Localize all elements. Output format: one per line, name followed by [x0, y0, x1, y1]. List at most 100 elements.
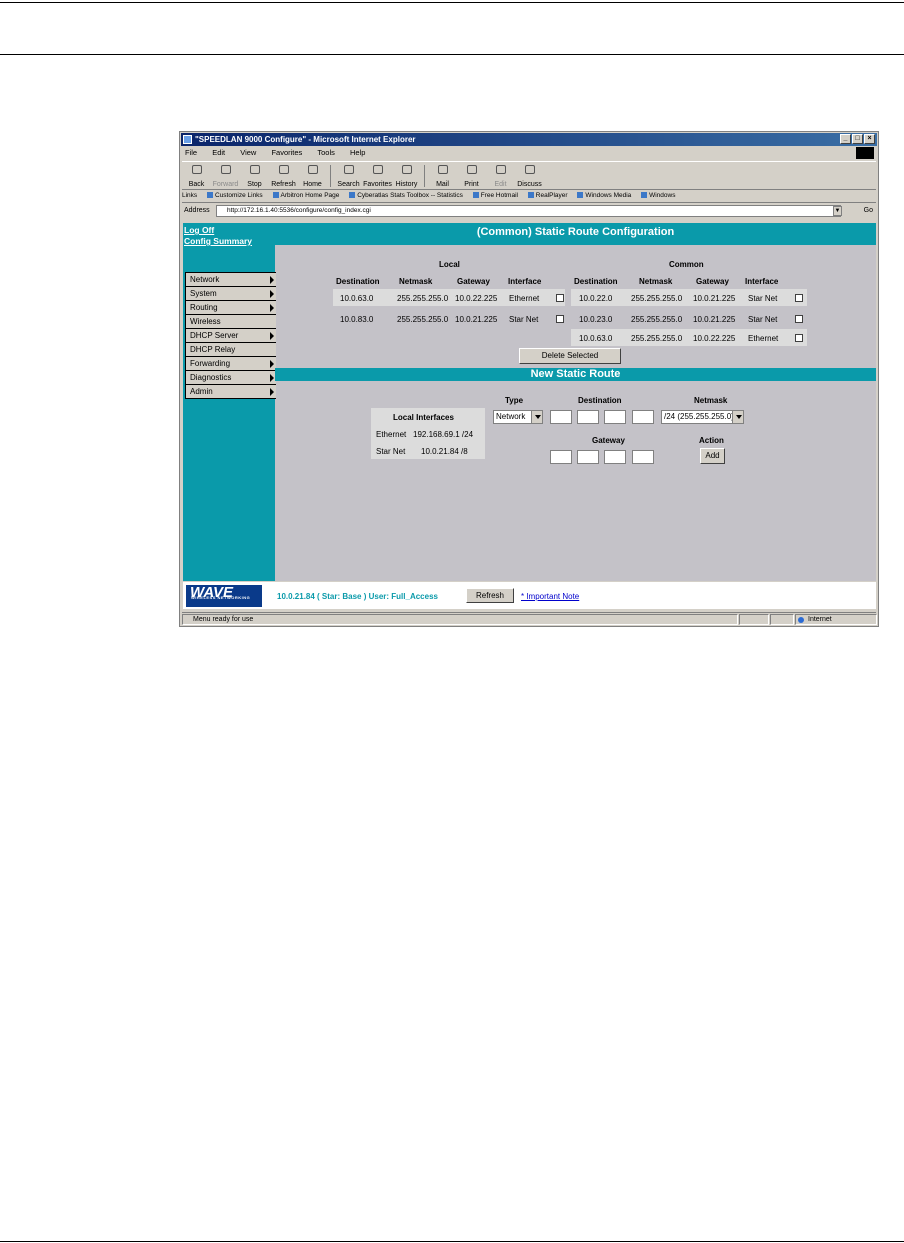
address-input[interactable]: http://172.16.1.40:5536/configure/config…: [216, 205, 841, 217]
menu-file[interactable]: File: [185, 148, 197, 157]
go-button[interactable]: Go: [864, 207, 873, 214]
back-arrow-icon: [191, 165, 202, 174]
toolbar-separator: [330, 165, 331, 187]
menu-view[interactable]: View: [240, 148, 256, 157]
arrow-right-icon: [270, 276, 274, 284]
title-bar[interactable]: "SPEEDLAN 9000 Configure" - Microsoft In…: [181, 133, 877, 146]
toolbar-refresh-button[interactable]: Refresh: [269, 164, 298, 189]
gateway-octet-2-input[interactable]: [577, 450, 599, 464]
menu-help[interactable]: Help: [350, 148, 365, 157]
gateway-octet-3-input[interactable]: [604, 450, 626, 464]
toolbar-favorites-button[interactable]: Favorites: [363, 164, 392, 189]
minimize-icon[interactable]: _: [840, 134, 851, 144]
home-icon: [307, 165, 318, 174]
link-windows-media[interactable]: Windows Media: [577, 192, 631, 199]
common-col-netmask: Netmask: [639, 277, 673, 286]
sidebar-item-routing[interactable]: Routing: [186, 301, 276, 315]
netmask-label: Netmask: [694, 396, 728, 405]
gateway-octet-4-input[interactable]: [632, 450, 654, 464]
sidebar-item-admin[interactable]: Admin: [186, 385, 276, 398]
common-row-checkbox[interactable]: [795, 334, 803, 342]
status-zone: Internet: [795, 614, 877, 625]
address-bar: Address http://172.16.1.40:5536/configur…: [182, 204, 876, 219]
chevron-down-icon: [531, 411, 542, 423]
table-cell: 10.0.23.0: [579, 315, 613, 324]
local-row-checkbox[interactable]: [556, 315, 564, 323]
sidebar-item-wireless[interactable]: Wireless: [186, 315, 276, 329]
common-row-checkbox[interactable]: [795, 315, 803, 323]
toolbar-back-button[interactable]: Back: [182, 164, 211, 189]
toolbar-discuss-button[interactable]: Discuss: [515, 164, 544, 189]
forward-arrow-icon: [220, 165, 231, 174]
chevron-down-icon[interactable]: ▼: [833, 206, 842, 216]
link-cyberatlas[interactable]: Cyberatlas Stats Toolbox -- Statistics: [349, 192, 463, 199]
link-windows[interactable]: Windows: [641, 192, 675, 199]
local-interfaces-heading: Local Interfaces: [393, 413, 454, 422]
toolbar-search-button[interactable]: Search: [334, 164, 363, 189]
sidebar-item-dhcp-relay[interactable]: DHCP Relay: [186, 343, 276, 357]
arrow-right-icon: [270, 304, 274, 312]
sidebar-item-system[interactable]: System: [186, 287, 276, 301]
destination-octet-1-input[interactable]: [550, 410, 572, 424]
toolbar-home-button[interactable]: Home: [298, 164, 327, 189]
config-summary-link[interactable]: Config Summary: [184, 236, 252, 246]
toolbar: Back Forward Stop Refresh Home Search Fa…: [182, 161, 876, 190]
sidebar-item-diagnostics[interactable]: Diagnostics: [186, 371, 276, 385]
interface-name: Star Net: [376, 447, 406, 456]
local-heading: Local: [439, 260, 460, 269]
links-label: Links: [182, 192, 198, 199]
toolbar-separator: [424, 165, 425, 187]
local-col-interface: Interface: [508, 277, 542, 286]
toolbar-forward-button[interactable]: Forward: [211, 164, 240, 189]
gateway-octet-1-input[interactable]: [550, 450, 572, 464]
type-select[interactable]: Network: [493, 410, 543, 424]
common-col-destination: Destination: [574, 277, 618, 286]
toolbar-stop-button[interactable]: Stop: [240, 164, 269, 189]
internet-globe-icon: [798, 617, 804, 623]
link-arbitron[interactable]: Arbitron Home Page: [273, 192, 340, 199]
toolbar-edit-button[interactable]: Edit: [486, 164, 515, 189]
table-cell: Star Net: [748, 315, 778, 324]
destination-label: Destination: [578, 396, 622, 405]
table-cell: 255.255.255.0: [397, 315, 449, 324]
sidebar-item-dhcp-server[interactable]: DHCP Server: [186, 329, 276, 343]
sidebar-item-network[interactable]: Network: [186, 273, 276, 287]
sidebar-item-forwarding[interactable]: Forwarding: [186, 357, 276, 371]
toolbar-history-button[interactable]: History: [392, 164, 421, 189]
menu-favorites[interactable]: Favorites: [271, 148, 302, 157]
common-row-checkbox[interactable]: [795, 294, 803, 302]
destination-octet-4-input[interactable]: [632, 410, 654, 424]
edit-icon: [495, 165, 506, 174]
history-icon: [401, 165, 412, 174]
maximize-icon[interactable]: □: [852, 134, 863, 144]
table-cell: 255.255.255.0: [631, 315, 683, 324]
menu-edit[interactable]: Edit: [212, 148, 225, 157]
log-off-link[interactable]: Log Off: [184, 225, 214, 235]
footer-status: 10.0.21.84 ( Star: Base ) User: Full_Acc…: [277, 592, 438, 601]
destination-octet-2-input[interactable]: [577, 410, 599, 424]
netmask-select[interactable]: /24 (255.255.255.0): [661, 410, 744, 424]
discuss-icon: [524, 165, 535, 174]
link-realplayer[interactable]: RealPlayer: [528, 192, 568, 199]
toolbar-print-button[interactable]: Print: [457, 164, 486, 189]
browser-window: "SPEEDLAN 9000 Configure" - Microsoft In…: [179, 131, 879, 627]
action-label: Action: [699, 436, 724, 445]
table-cell: 255.255.255.0: [631, 334, 683, 343]
link-customize-links[interactable]: Customize Links: [207, 192, 263, 199]
destination-octet-3-input[interactable]: [604, 410, 626, 424]
toolbar-mail-button[interactable]: Mail: [428, 164, 457, 189]
important-note-link[interactable]: * Important Note: [521, 592, 579, 601]
mail-icon: [437, 165, 448, 174]
footer-refresh-button[interactable]: Refresh: [466, 588, 514, 603]
close-icon[interactable]: ×: [864, 134, 875, 144]
local-row-checkbox[interactable]: [556, 294, 564, 302]
window-title: "SPEEDLAN 9000 Configure" - Microsoft In…: [195, 135, 416, 144]
gateway-label: Gateway: [592, 436, 625, 445]
table-cell: 10.0.63.0: [340, 294, 374, 303]
address-label: Address: [184, 207, 210, 214]
add-button[interactable]: Add: [700, 448, 725, 464]
link-free-hotmail[interactable]: Free Hotmail: [473, 192, 518, 199]
menu-tools[interactable]: Tools: [317, 148, 335, 157]
ie-icon: [183, 135, 192, 144]
delete-selected-button[interactable]: Delete Selected: [519, 348, 621, 364]
